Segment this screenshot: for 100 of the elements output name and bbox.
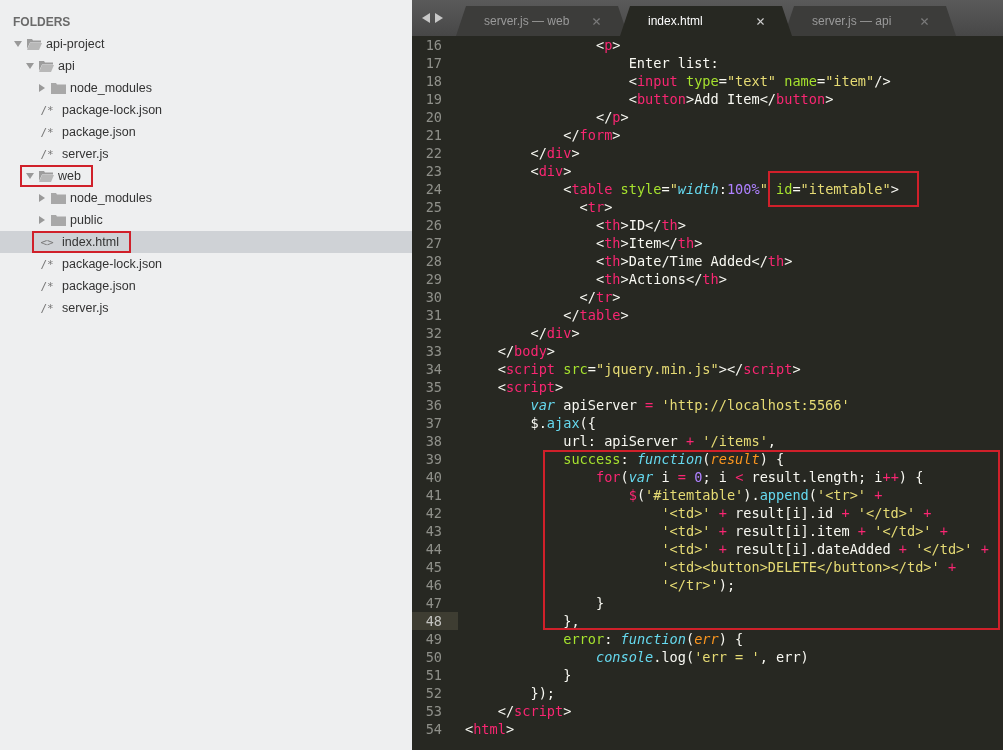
code-line: url: apiServer + '/items', xyxy=(562,432,777,450)
code-line: </body> xyxy=(496,342,556,360)
line-number: 20 xyxy=(424,108,443,126)
folder-icon xyxy=(51,82,66,94)
line-number: 24 xyxy=(424,180,443,198)
line-number: 47 xyxy=(424,594,443,612)
code-line: <html> xyxy=(465,720,515,738)
code-line: <p> xyxy=(594,36,621,54)
code-line: Enter list: xyxy=(627,54,719,72)
tree-row[interactable]: /* package-lock.json xyxy=(0,253,412,275)
line-number: 44 xyxy=(424,540,443,558)
code-line: '<td>' + result[i].dateAdded + '</td>' + xyxy=(660,540,989,558)
code-line: error: function(err) { xyxy=(562,630,744,648)
open-folder-icon xyxy=(27,38,42,50)
code-line: <div> xyxy=(529,162,572,180)
line-number: 51 xyxy=(424,666,443,684)
editor-tab[interactable]: index.html xyxy=(620,6,792,36)
tree-row[interactable]: public xyxy=(0,209,412,231)
file-name: server.js xyxy=(62,147,109,161)
code-line: }, xyxy=(562,612,580,630)
collapsed-arrow-icon[interactable] xyxy=(38,194,46,202)
line-number: 17 xyxy=(424,54,443,72)
back-icon[interactable] xyxy=(422,13,430,23)
tree-row[interactable]: <> index.html xyxy=(0,231,412,253)
code-line: var apiServer = 'http://localhost:5566' xyxy=(529,396,850,414)
file-type-icon: /* xyxy=(36,301,58,315)
line-number: 18 xyxy=(424,72,443,90)
line-number: 52 xyxy=(424,684,443,702)
code-line: } xyxy=(562,666,572,684)
file-type-icon: <> xyxy=(36,235,58,249)
line-number: 42 xyxy=(424,504,443,522)
tree-row[interactable]: node_modules xyxy=(0,187,412,209)
line-number: 35 xyxy=(424,378,443,396)
sidebar-heading: FOLDERS xyxy=(12,14,72,31)
line-number: 32 xyxy=(424,324,443,342)
collapsed-arrow-icon[interactable] xyxy=(38,84,46,92)
file-name: public xyxy=(70,213,103,227)
code-line: for(var i = 0; i < result.length; i++) { xyxy=(594,468,924,486)
tree-row[interactable]: /* package.json xyxy=(0,121,412,143)
line-number: 26 xyxy=(424,216,443,234)
close-icon[interactable] xyxy=(755,15,766,27)
line-number: 25 xyxy=(424,198,443,216)
tree-row[interactable]: /* server.js xyxy=(0,143,412,165)
code-line: </p> xyxy=(594,108,629,126)
code-line: '</tr>'); xyxy=(660,576,736,594)
line-number: 31 xyxy=(424,306,443,324)
line-number: 34 xyxy=(424,360,443,378)
tree-row[interactable]: /* server.js xyxy=(0,297,412,319)
line-number: 23 xyxy=(424,162,443,180)
code-line: <table style="width:100%" id="itemtable"> xyxy=(562,180,899,198)
line-number: 33 xyxy=(424,342,443,360)
code-line: '<td><button>DELETE</button></td>' + xyxy=(660,558,957,576)
code-line: </form> xyxy=(562,126,621,144)
line-number: 48 xyxy=(412,612,458,630)
file-name: index.html xyxy=(62,235,119,249)
forward-icon[interactable] xyxy=(435,13,443,23)
file-name: web xyxy=(58,169,81,183)
expanded-arrow-icon[interactable] xyxy=(26,172,34,180)
line-number: 16 xyxy=(424,36,443,54)
file-type-icon: /* xyxy=(36,257,58,271)
open-folder-icon xyxy=(39,170,54,182)
tree-row[interactable]: /* package.json xyxy=(0,275,412,297)
open-folder-icon xyxy=(39,60,54,72)
code-line: </table> xyxy=(562,306,629,324)
file-name: node_modules xyxy=(70,81,152,95)
file-type-icon: /* xyxy=(36,103,58,117)
line-number: 41 xyxy=(424,486,443,504)
code-line: } xyxy=(594,594,605,612)
file-name: api-project xyxy=(46,37,105,51)
line-number: 21 xyxy=(424,126,443,144)
folder-icon xyxy=(51,192,66,204)
line-number: 50 xyxy=(424,648,443,666)
collapsed-arrow-icon[interactable] xyxy=(38,216,46,224)
file-name: package.json xyxy=(62,279,136,293)
tree-row[interactable]: /* package-lock.json xyxy=(0,99,412,121)
line-number: 54 xyxy=(424,720,443,738)
expanded-arrow-icon[interactable] xyxy=(26,62,34,70)
line-number: 37 xyxy=(424,414,443,432)
code-line: </tr> xyxy=(578,288,621,306)
code-line: <button>Add Item</button> xyxy=(627,90,834,108)
line-number: 38 xyxy=(424,432,443,450)
code-line: <input type="text" name="item"/> xyxy=(627,72,891,90)
code-line: $('#itemtable').append('<tr>' + xyxy=(627,486,883,504)
line-number: 45 xyxy=(424,558,443,576)
tree-row[interactable]: node_modules xyxy=(0,77,412,99)
code-line: <tr> xyxy=(578,198,613,216)
code-line: '<td>' + result[i].id + '</td>' + xyxy=(660,504,932,522)
line-number: 40 xyxy=(424,468,443,486)
expanded-arrow-icon[interactable] xyxy=(14,40,22,48)
line-number: 28 xyxy=(424,252,443,270)
line-number: 22 xyxy=(424,144,443,162)
file-name: package-lock.json xyxy=(62,103,163,117)
tree-row[interactable]: api xyxy=(0,55,412,77)
tree-row[interactable]: web xyxy=(0,165,412,187)
code-line: </div> xyxy=(529,144,580,162)
file-name: package-lock.json xyxy=(62,257,163,271)
file-name: package.json xyxy=(62,125,136,139)
code-line: <script> xyxy=(496,378,564,396)
tree-row[interactable]: api-project xyxy=(0,33,412,55)
line-number: 30 xyxy=(424,288,443,306)
